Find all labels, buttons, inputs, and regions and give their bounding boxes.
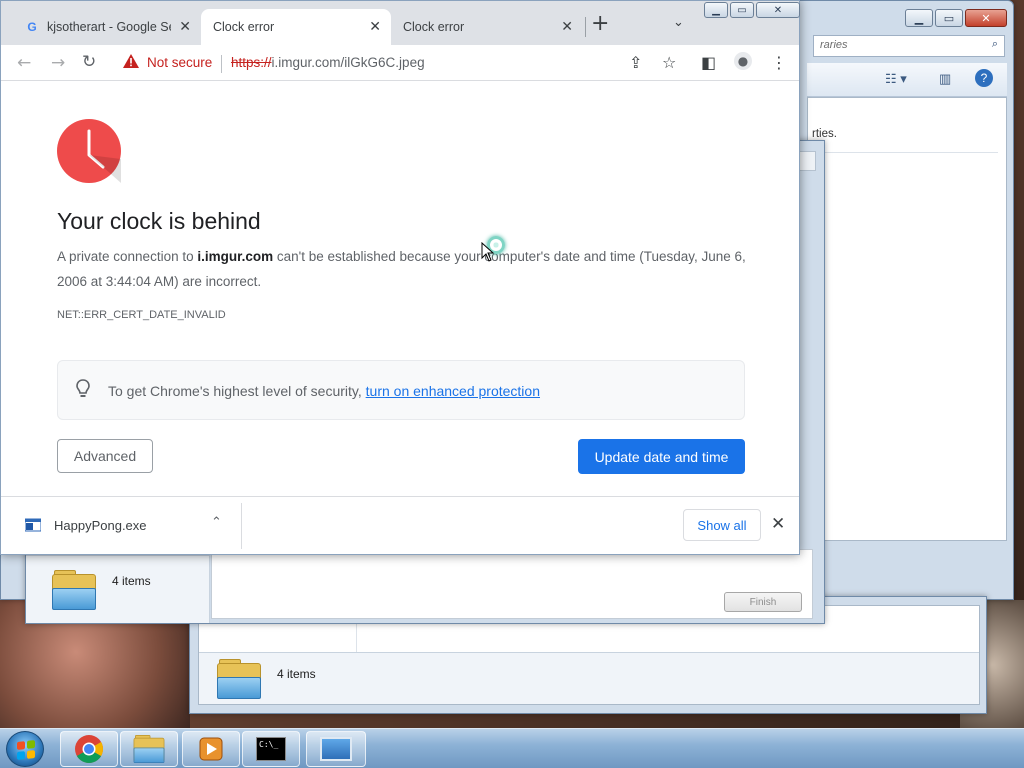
- explorer-content: rties.: [807, 97, 1007, 541]
- items-count: 4 items: [112, 574, 151, 588]
- close-icon[interactable]: ✕: [771, 514, 785, 534]
- minimize-button[interactable]: ▁: [905, 9, 933, 27]
- status-bar-middle: 4 items: [26, 555, 210, 623]
- back-arrow-icon[interactable]: ←: [17, 53, 31, 73]
- chrome-logo-icon: [75, 735, 103, 763]
- close-button[interactable]: ✕: [965, 9, 1007, 27]
- tab-clock-error[interactable]: Clock error ✕: [393, 9, 583, 45]
- taskbar: C:\_: [0, 728, 1024, 768]
- close-tab-icon[interactable]: ✕: [369, 19, 381, 35]
- close-tab-icon[interactable]: ✕: [561, 19, 573, 35]
- wizard-content: Finish: [211, 549, 813, 619]
- new-tab-button[interactable]: +: [591, 13, 609, 35]
- chrome-window: G kjsotherart - Google Se ✕ Clock error …: [0, 0, 800, 555]
- folder-icon: [133, 735, 165, 763]
- windows-logo-icon: [17, 740, 35, 760]
- share-icon[interactable]: ⇪: [629, 53, 642, 72]
- window-controls: ▁ ▭ ✕: [704, 2, 800, 18]
- side-panel-icon[interactable]: ◧: [701, 53, 716, 72]
- tab-clock-error-active[interactable]: Clock error ✕: [201, 9, 391, 45]
- taskbar-media-player[interactable]: [182, 731, 240, 767]
- url-path: i.imgur.com/ilGkG6C.jpeg: [271, 55, 425, 70]
- chevron-up-icon[interactable]: ⌃: [211, 515, 222, 530]
- tab-separator: [585, 17, 586, 37]
- toolbar: ← → ↻ Not secure https://i.imgur.com/ilG…: [1, 45, 799, 81]
- close-button[interactable]: ✕: [756, 2, 800, 18]
- lightbulb-icon: [76, 379, 90, 397]
- taskbar-explorer[interactable]: [120, 731, 178, 767]
- not-secure-label[interactable]: Not secure: [147, 55, 212, 70]
- window-controls: ▁ ▭ ✕: [905, 9, 1007, 27]
- start-button[interactable]: [6, 731, 44, 767]
- update-date-time-button[interactable]: Update date and time: [578, 439, 745, 474]
- maximize-button[interactable]: ▭: [935, 9, 963, 27]
- advanced-button[interactable]: Advanced: [57, 439, 153, 473]
- status-bar: 4 items: [199, 652, 979, 704]
- details-text: rties.: [812, 128, 837, 140]
- view-options-icon[interactable]: ☷ ▾: [885, 71, 907, 87]
- download-file-name[interactable]: HappyPong.exe: [54, 518, 147, 533]
- preview-pane-icon[interactable]: ▥: [939, 71, 951, 87]
- error-description: A private connection to i.imgur.com can'…: [57, 249, 746, 289]
- help-icon[interactable]: ?: [975, 69, 993, 87]
- omnibox-separator: [221, 55, 222, 73]
- maximize-button[interactable]: ▭: [730, 2, 754, 18]
- clock-icon: [57, 119, 121, 183]
- folder-icon: [217, 659, 261, 699]
- google-g-icon: G: [27, 20, 37, 34]
- warning-triangle-icon[interactable]: [123, 54, 139, 68]
- tab-search-chevron-icon[interactable]: ⌄: [673, 15, 684, 30]
- host-name: i.imgur.com: [197, 249, 274, 264]
- cmd-icon: C:\_: [256, 737, 286, 761]
- taskbar-cmd[interactable]: C:\_: [242, 731, 300, 767]
- error-code: NET::ERR_CERT_DATE_INVALID: [57, 309, 226, 321]
- menu-kebab-icon[interactable]: ⋮: [771, 53, 787, 72]
- download-separator: [241, 503, 242, 549]
- photo-viewer-icon: [320, 737, 352, 761]
- media-player-icon: [199, 737, 223, 761]
- enhanced-protection-box: To get Chrome's highest level of securit…: [57, 360, 745, 420]
- enhanced-protection-text: To get Chrome's highest level of securit…: [108, 383, 540, 399]
- show-all-button[interactable]: Show all: [683, 509, 761, 541]
- download-shelf: HappyPong.exe ⌃ Show all ✕: [1, 496, 799, 554]
- search-input[interactable]: raries ⌕: [813, 35, 1005, 57]
- page-title: Your clock is behind: [57, 208, 261, 234]
- tab-google-search[interactable]: G kjsotherart - Google Se ✕: [15, 9, 201, 45]
- close-tab-icon[interactable]: ✕: [179, 19, 191, 35]
- file-exe-icon[interactable]: [25, 518, 41, 532]
- forward-arrow-icon[interactable]: →: [51, 53, 65, 73]
- minimize-button[interactable]: ▁: [704, 2, 728, 18]
- error-page: Your clock is behind A private connectio…: [1, 82, 799, 496]
- explorer-toolbar: ☷ ▾ ▥ ?: [807, 63, 1007, 97]
- items-count: 4 items: [277, 667, 316, 681]
- tab-strip: G kjsotherart - Google Se ✕ Clock error …: [1, 1, 800, 45]
- bookmark-star-icon[interactable]: ☆: [662, 53, 676, 72]
- search-icon: ⌕: [991, 38, 998, 50]
- taskbar-photo-viewer[interactable]: [306, 731, 366, 767]
- enhanced-protection-link[interactable]: turn on enhanced protection: [366, 383, 540, 399]
- profile-avatar-icon[interactable]: ●: [734, 52, 752, 70]
- reload-icon[interactable]: ↻: [82, 52, 96, 72]
- address-bar[interactable]: https://i.imgur.com/ilGkG6C.jpeg: [231, 55, 425, 70]
- taskbar-chrome[interactable]: [60, 731, 118, 767]
- folder-icon: [52, 570, 96, 610]
- url-scheme: https://: [231, 55, 272, 70]
- divider: [812, 152, 998, 153]
- finish-button[interactable]: Finish: [724, 592, 802, 612]
- mouse-pointer-icon: [481, 242, 495, 262]
